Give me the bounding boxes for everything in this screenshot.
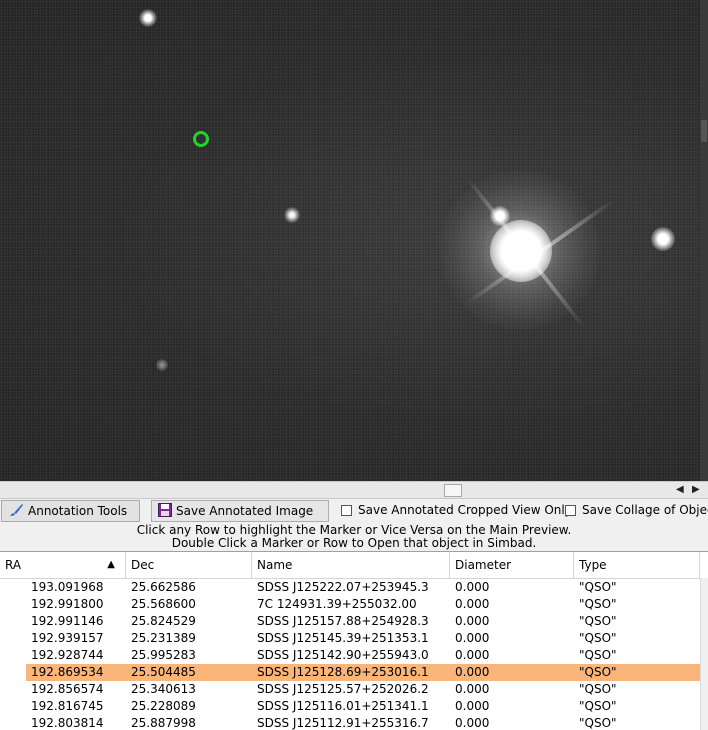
dec-cell: 25.504485 [131, 665, 196, 679]
table-row[interactable]: 192.803814 25.887998 SDSS J125112.91+25531… [0, 715, 708, 730]
table-row[interactable]: 192.816745 25.228089 SDSS J125116.01+25134… [0, 698, 708, 715]
column-header-type[interactable]: Type [574, 552, 700, 578]
dec-cell: 25.340613 [131, 682, 196, 696]
diameter-cell: 0.000 [455, 699, 490, 713]
save-annotated-image-label: Save Annotated Image [176, 504, 314, 518]
dec-cell: 25.887998 [131, 716, 196, 730]
dec-cell: 25.568600 [131, 597, 196, 611]
annotation-tools-button[interactable]: Annotation Tools [1, 500, 140, 522]
name-cell: SDSS J125145.39+251353.1 [257, 631, 429, 645]
scroll-right-icon[interactable]: ▶ [692, 483, 700, 497]
object-marker[interactable] [193, 131, 209, 147]
type-cell: "QSO" [579, 580, 617, 594]
ra-cell: 192.803814 [31, 716, 104, 730]
bright-star-core [490, 220, 552, 282]
ra-cell: 192.939157 [31, 631, 104, 645]
star [284, 207, 300, 223]
diameter-cell: 0.000 [455, 614, 490, 628]
diameter-cell: 0.000 [455, 716, 490, 730]
scrollbar-thumb[interactable] [701, 120, 707, 142]
type-cell: "QSO" [579, 665, 617, 679]
table-row[interactable]: 192.991800 25.568600 7C 124931.39+255032.0… [0, 596, 708, 613]
preview-vertical-scrollbar[interactable] [700, 0, 708, 481]
diameter-cell: 0.000 [455, 580, 490, 594]
preview-horizontal-scrollbar[interactable]: ◀ ▶ [0, 481, 708, 499]
column-header-dec[interactable]: Dec [126, 552, 252, 578]
name-cell: SDSS J125112.91+255316.7 [257, 716, 429, 730]
diameter-cell: 0.000 [455, 631, 490, 645]
diameter-cell: 0.000 [455, 648, 490, 662]
save-cropped-view-label: Save Annotated Cropped View Only [358, 503, 572, 517]
dec-cell: 25.228089 [131, 699, 196, 713]
table-row[interactable]: 192.991146 25.824529 SDSS J125157.88+25492… [0, 613, 708, 630]
table-row[interactable]: 192.928744 25.995283 SDSS J125142.90+25594… [0, 647, 708, 664]
ra-cell: 192.928744 [31, 648, 104, 662]
save-collage-label: Save Collage of Objec [582, 503, 708, 517]
diameter-cell: 0.000 [455, 665, 490, 679]
sort-ascending-icon: ▲ [107, 559, 115, 570]
diameter-cell: 0.000 [455, 682, 490, 696]
name-cell: SDSS J125128.69+253016.1 [257, 665, 429, 679]
type-cell: "QSO" [579, 716, 617, 730]
column-header-diameter[interactable]: Diameter [450, 552, 574, 578]
name-cell: SDSS J125116.01+251341.1 [257, 699, 429, 713]
scrollbar-thumb[interactable] [444, 484, 462, 497]
type-cell: "QSO" [579, 648, 617, 662]
annotation-tools-label: Annotation Tools [28, 504, 128, 518]
type-cell: "QSO" [579, 614, 617, 628]
table-row[interactable]: 193.091968 25.662586 SDSS J125222.07+25394… [0, 579, 708, 596]
dec-cell: 25.995283 [131, 648, 196, 662]
name-cell: SDSS J125125.57+252026.2 [257, 682, 429, 696]
ra-cell: 193.091968 [31, 580, 104, 594]
row-header[interactable] [0, 664, 26, 681]
scroll-left-icon[interactable]: ◀ [676, 483, 684, 497]
brush-icon [8, 503, 24, 520]
column-header-ra[interactable]: RA ▲ [0, 552, 126, 578]
table-header: RA ▲ Dec Name Diameter Type [0, 552, 708, 579]
name-cell: 7C 124931.39+255032.00 [257, 597, 417, 611]
type-cell: "QSO" [579, 699, 617, 713]
dec-cell: 25.231389 [131, 631, 196, 645]
objects-table[interactable]: RA ▲ Dec Name Diameter Type 193.091968 25… [0, 551, 708, 730]
column-header-name[interactable]: Name [252, 552, 450, 578]
table-row[interactable]: 192.856574 25.340613 SDSS J125125.57+25202… [0, 681, 708, 698]
type-cell: "QSO" [579, 597, 617, 611]
image-preview[interactable] [0, 0, 701, 481]
dec-cell: 25.662586 [131, 580, 196, 594]
name-cell: SDSS J125157.88+254928.3 [257, 614, 429, 628]
diameter-cell: 0.000 [455, 597, 490, 611]
save-annotated-image-button[interactable]: Save Annotated Image [151, 500, 329, 522]
type-cell: "QSO" [579, 682, 617, 696]
ra-cell: 192.991800 [31, 597, 104, 611]
dec-cell: 25.824529 [131, 614, 196, 628]
name-cell: SDSS J125222.07+253945.3 [257, 580, 429, 594]
ra-cell: 192.869534 [31, 665, 104, 679]
ra-cell: 192.991146 [31, 614, 104, 628]
save-cropped-view-checkbox[interactable]: Save Annotated Cropped View Only [341, 503, 572, 517]
table-row-selected[interactable]: 192.869534 25.504485 SDSS J125128.69+25301… [0, 664, 708, 681]
type-cell: "QSO" [579, 631, 617, 645]
table-vertical-scrollbar[interactable] [700, 578, 708, 730]
table-row[interactable]: 192.939157 25.231389 SDSS J125145.39+25135… [0, 630, 708, 647]
ra-cell: 192.816745 [31, 699, 104, 713]
star [490, 206, 510, 226]
name-cell: SDSS J125142.90+255943.0 [257, 648, 429, 662]
floppy-disk-icon [158, 502, 172, 520]
star [651, 227, 675, 251]
instruction-text: Double Click a Marker or Row to Open tha… [171, 536, 537, 550]
checkbox-box[interactable] [341, 504, 352, 516]
star [156, 359, 168, 371]
ra-cell: 192.856574 [31, 682, 104, 696]
save-collage-checkbox[interactable]: Save Collage of Objec [565, 503, 708, 517]
star [139, 9, 157, 27]
instruction-text: Click any Row to highlight the Marker or… [136, 523, 572, 537]
checkbox-box[interactable] [565, 504, 576, 516]
